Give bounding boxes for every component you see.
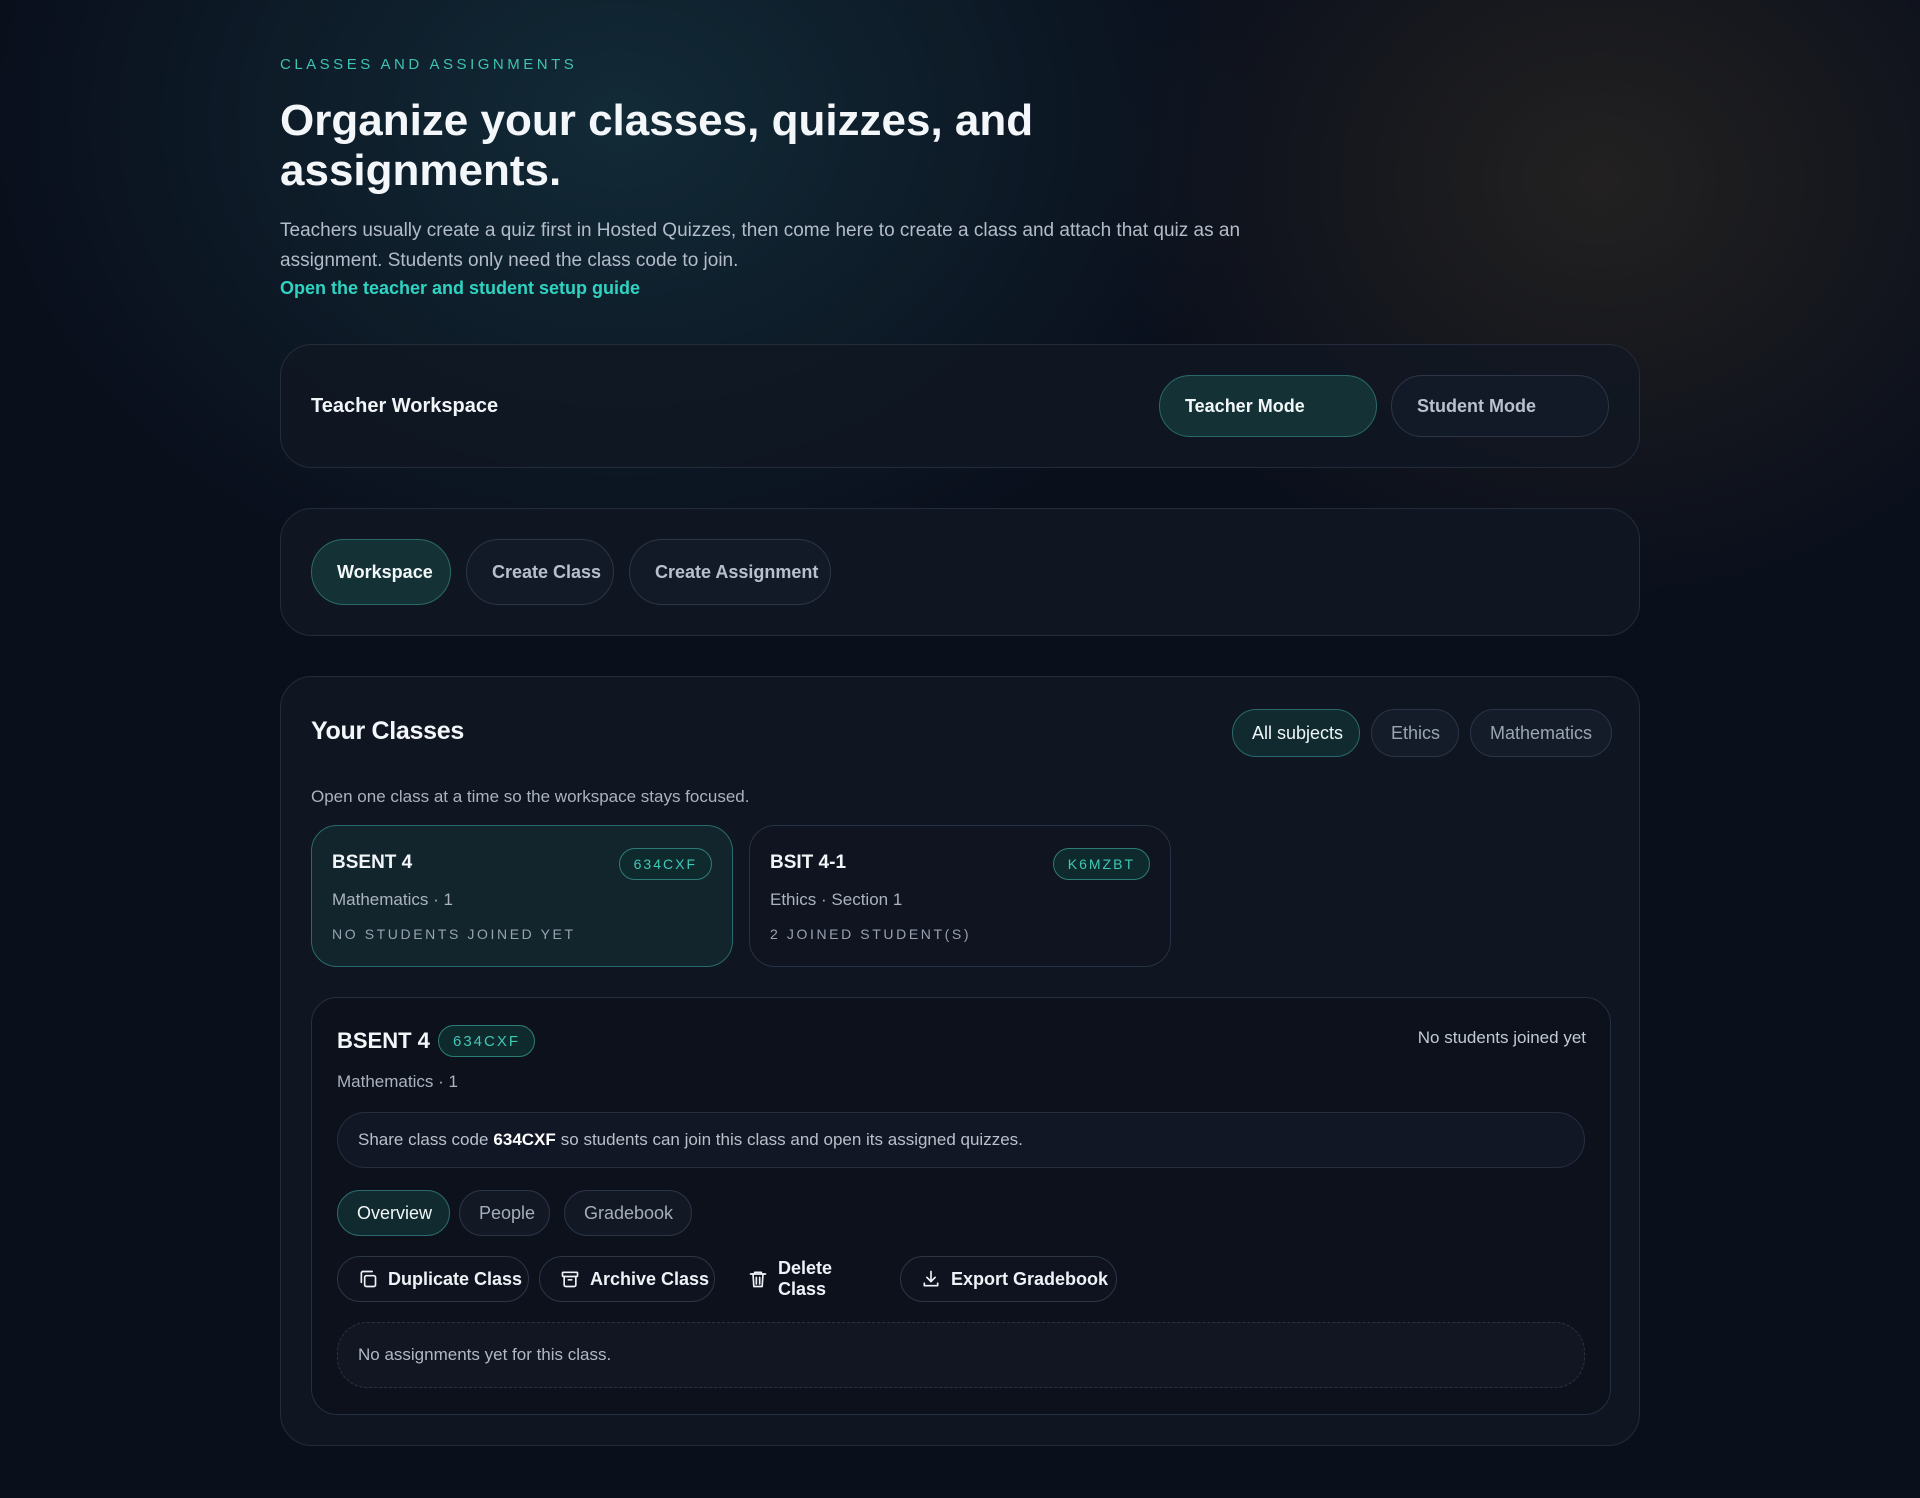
copy-icon — [360, 1270, 377, 1288]
workspace-nav-panel: Workspace Create Class Create Assignment — [280, 508, 1640, 636]
class-code-badge: 634CXF — [618, 848, 712, 880]
filter-mathematics[interactable]: Mathematics — [1470, 709, 1612, 757]
mode-panel: Teacher Workspace Teacher Mode Student M… — [280, 344, 1640, 468]
class-detail-code-badge: 634CXF — [438, 1025, 536, 1057]
archive-class-label: Archive Class — [590, 1268, 710, 1289]
classes-title: Your Classes — [311, 717, 464, 745]
class-detail-subtitle: Mathematics · 1 — [337, 1072, 458, 1091]
share-code-value: 634CXF — [493, 1130, 556, 1149]
share-code-suffix: so students can join this class and open… — [560, 1130, 1023, 1149]
class-card-subtitle: Ethics · Section 1 — [770, 890, 903, 909]
share-code-prefix: Share class code — [358, 1130, 489, 1149]
export-gradebook-button[interactable]: Export Gradebook — [900, 1256, 1117, 1302]
nav-create-assignment-button[interactable]: Create Assignment — [629, 539, 831, 605]
student-mode-button[interactable]: Student Mode — [1391, 375, 1609, 437]
workspace-title: Teacher Workspace — [311, 395, 499, 417]
teacher-mode-button[interactable]: Teacher Mode — [1159, 375, 1377, 437]
page-intro: Teachers usually create a quiz first in … — [280, 220, 1241, 271]
classes-panel: Your Classes All subjects Ethics Mathema… — [280, 676, 1640, 1446]
class-card-name: BSENT 4 — [332, 852, 413, 873]
class-card[interactable]: BSIT 4-1 K6MZBT Ethics · Section 1 2 JOI… — [749, 825, 1171, 967]
class-card-name: BSIT 4-1 — [770, 852, 847, 873]
trash-icon — [749, 1271, 767, 1288]
duplicate-class-label: Duplicate Class — [388, 1268, 523, 1289]
export-gradebook-label: Export Gradebook — [951, 1268, 1109, 1289]
tab-people[interactable]: People — [459, 1190, 550, 1236]
share-code-box: Share class code 634CXF so students can … — [337, 1112, 1585, 1168]
class-detail-panel: BSENT 4 634CXF No students joined yet Ma… — [311, 997, 1611, 1415]
setup-guide-link[interactable]: Open the teacher and student setup guide — [280, 278, 640, 299]
class-card-status: 2 JOINED STUDENT(S) — [770, 926, 972, 942]
class-detail-name: BSENT 4 — [337, 1028, 430, 1053]
page-eyebrow: CLASSES AND ASSIGNMENTS — [280, 56, 578, 73]
class-card-subtitle: Mathematics · 1 — [332, 890, 453, 909]
filter-ethics[interactable]: Ethics — [1371, 709, 1459, 757]
nav-create-class-button[interactable]: Create Class — [466, 539, 614, 605]
class-detail-status: No students joined yet — [1417, 1028, 1586, 1047]
delete-class-label: Delete Class — [778, 1258, 833, 1299]
filter-all-subjects[interactable]: All subjects — [1232, 709, 1360, 757]
archive-icon — [561, 1271, 579, 1288]
download-icon — [923, 1270, 939, 1287]
archive-class-button[interactable]: Archive Class — [539, 1256, 715, 1302]
delete-class-button[interactable]: Delete Class — [727, 1256, 867, 1302]
tab-gradebook[interactable]: Gradebook — [564, 1190, 692, 1236]
nav-workspace-button[interactable]: Workspace — [311, 539, 451, 605]
duplicate-class-button[interactable]: Duplicate Class — [337, 1256, 529, 1302]
class-card-status: NO STUDENTS JOINED YET — [332, 926, 576, 942]
page-title: Organize your classes, quizzes, and assi… — [280, 96, 1034, 195]
assignments-empty-state: No assignments yet for this class. — [337, 1322, 1585, 1388]
class-code-badge: K6MZBT — [1052, 848, 1150, 880]
tab-overview[interactable]: Overview — [337, 1190, 450, 1236]
classes-hint: Open one class at a time so the workspac… — [311, 787, 750, 806]
class-card[interactable]: BSENT 4 634CXF Mathematics · 1 NO STUDEN… — [311, 825, 733, 967]
